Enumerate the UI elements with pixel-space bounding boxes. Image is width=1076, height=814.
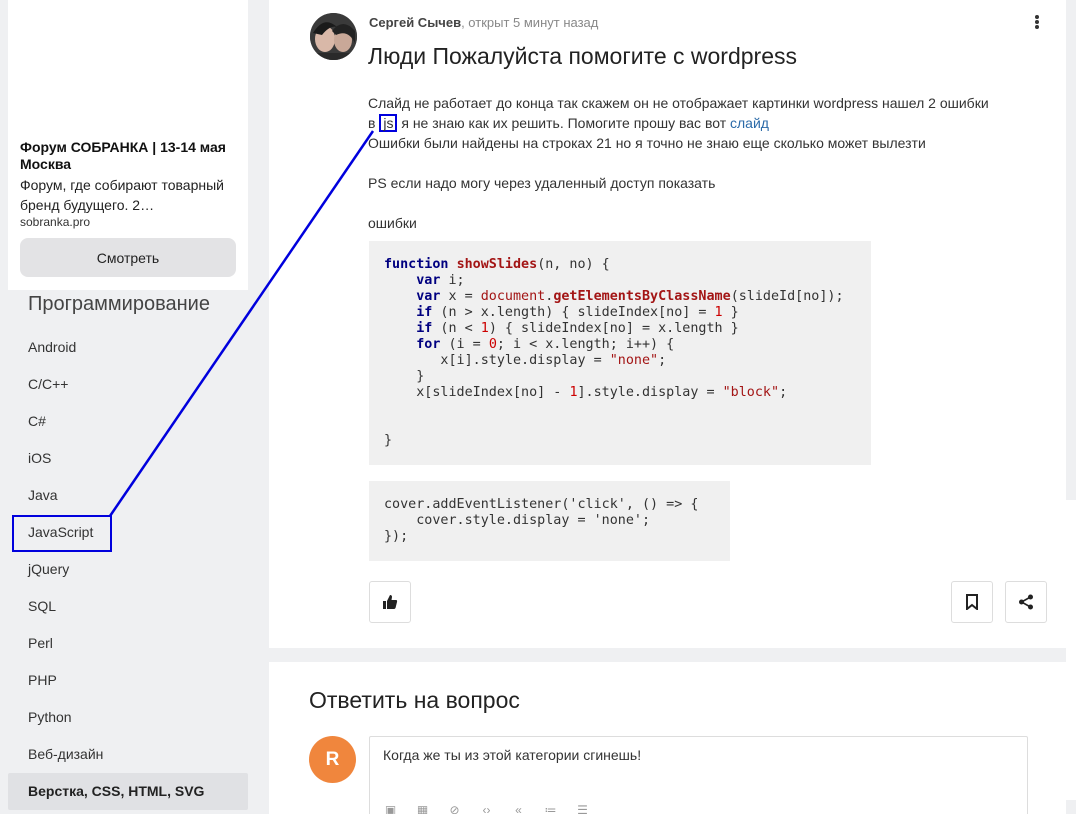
category-php[interactable]: PHP: [8, 662, 248, 699]
category-java[interactable]: Java: [8, 477, 248, 514]
body-line-3: Ошибки были найдены на строках 21 но я т…: [368, 135, 926, 151]
thumbs-up-icon: [383, 595, 398, 609]
body-line-4: PS если надо могу через удаленный доступ…: [368, 175, 716, 191]
category-web-design[interactable]: Веб-дизайн: [8, 736, 248, 773]
ad-title[interactable]: Форум СОБРАНКА | 13-14 мая Москва: [20, 139, 235, 173]
category-ios[interactable]: iOS: [8, 440, 248, 477]
answer-heading: Ответить на вопрос: [309, 687, 520, 713]
more-options-icon[interactable]: [1030, 12, 1044, 32]
category-javascript[interactable]: JavaScript: [8, 514, 248, 551]
sidebar: Форум СОБРАНКА | 13-14 мая Москва Форум,…: [0, 0, 260, 814]
share-button[interactable]: [1005, 581, 1047, 623]
body-line-5: ошибки: [368, 215, 417, 231]
right-edge-panel: [1066, 500, 1076, 800]
body-line-2: в js я не знаю как их решить. Помогите п…: [368, 114, 769, 132]
question-title: Люди Пожалуйста помогите с wordpress: [368, 43, 797, 69]
author-line: Сергей Сычев, открыт 5 минут назад: [369, 15, 598, 30]
categories-list: Android C/C++ C# iOS Java JavaScript jQu…: [8, 329, 248, 810]
author-name[interactable]: Сергей Сычев: [369, 15, 461, 30]
category-layout-css[interactable]: Верстка, CSS, HTML, SVG: [8, 773, 248, 810]
category-android[interactable]: Android: [8, 329, 248, 366]
ad-domain: sobranka.pro: [20, 215, 91, 229]
category-python[interactable]: Python: [8, 699, 248, 736]
ad-watch-button[interactable]: Смотреть: [20, 238, 236, 277]
link-icon[interactable]: ⊘: [446, 803, 463, 814]
ordered-list-icon[interactable]: ≔: [542, 803, 559, 814]
code-block-show-slides: function showSlides(n, no) { var i; var …: [369, 241, 871, 465]
category-c-cpp[interactable]: C/C++: [8, 366, 248, 403]
quote-icon[interactable]: «: [510, 803, 527, 814]
bookmark-icon: [966, 594, 978, 610]
share-icon: [1019, 594, 1033, 610]
answer-card: Ответить на вопрос R Когда же ты из этой…: [269, 662, 1066, 814]
question-meta: , открыт 5 минут назад: [461, 15, 599, 30]
js-tag: js: [379, 114, 398, 132]
ad-description: Форум, где собирают товарный бренд будущ…: [20, 177, 224, 213]
category-perl[interactable]: Perl: [8, 625, 248, 662]
author-avatar[interactable]: [310, 13, 357, 60]
editor-toolbar: ▣ ▦ ⊘ ‹› « ≔ ☰: [382, 803, 591, 814]
code-block-event-listener: cover.addEventListener('click', () => { …: [369, 481, 730, 561]
ad-card[interactable]: Форум СОБРАНКА | 13-14 мая Москва Форум,…: [8, 0, 248, 290]
code-icon[interactable]: ‹›: [478, 803, 495, 814]
question-body: Слайд не работает до конца так скажем он…: [368, 93, 1048, 233]
category-csharp[interactable]: C#: [8, 403, 248, 440]
category-jquery[interactable]: jQuery: [8, 551, 248, 588]
like-button[interactable]: [369, 581, 411, 623]
bookmark-button[interactable]: [951, 581, 993, 623]
video-icon[interactable]: ▦: [414, 803, 431, 814]
body-line-1: Слайд не работает до конца так скажем он…: [368, 95, 989, 111]
slide-link[interactable]: слайд: [730, 115, 769, 131]
image-icon[interactable]: ▣: [382, 803, 399, 814]
category-sql[interactable]: SQL: [8, 588, 248, 625]
reply-avatar: R: [309, 736, 356, 783]
categories-heading: Программирование: [28, 293, 210, 315]
unordered-list-icon[interactable]: ☰: [574, 803, 591, 814]
question-card: Сергей Сычев, открыт 5 минут назад Люди …: [269, 0, 1066, 648]
